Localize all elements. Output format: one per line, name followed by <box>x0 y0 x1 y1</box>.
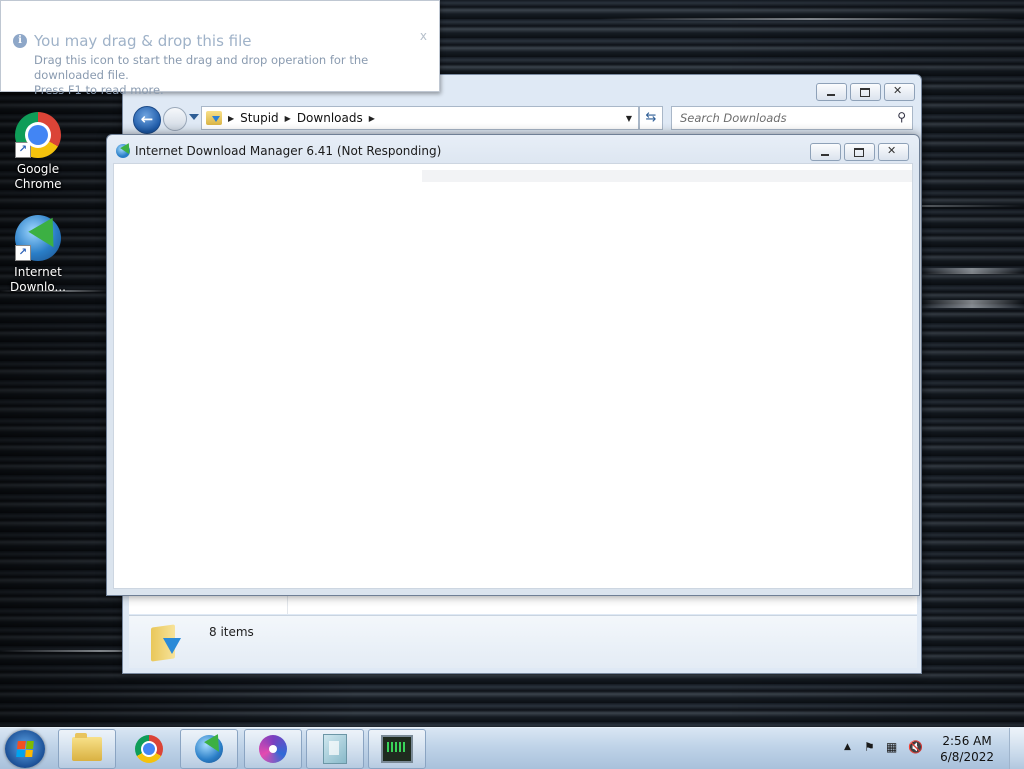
breadcrumb-item[interactable]: Stupid <box>240 111 279 125</box>
idm-icon <box>195 735 223 763</box>
tooltip-line: Drag this icon to start the drag and dro… <box>34 53 369 82</box>
downloads-folder-icon <box>149 622 183 662</box>
details-pane: 8 items <box>129 615 917 668</box>
breadcrumb-separator-icon[interactable]: ▶ <box>228 114 234 123</box>
tooltip-close-button[interactable]: x <box>420 29 427 43</box>
item-count: 8 items <box>209 625 254 639</box>
network-icon[interactable]: ▦ <box>886 740 897 754</box>
search-input[interactable] <box>678 107 882 129</box>
chrome-icon <box>135 735 163 763</box>
breadcrumb-separator-icon[interactable]: ▶ <box>285 114 291 123</box>
clock-time: 2:56 AM <box>942 734 992 748</box>
breadcrumb-item[interactable]: Downloads <box>297 111 363 125</box>
recent-pages-dropdown[interactable] <box>189 114 199 120</box>
idm-icon[interactable] <box>116 144 130 158</box>
disc-burner-icon <box>259 735 287 763</box>
navigation-bar: ← ▶ Stupid ▶ Downloads ▶ ▼ ⇆ ⚲ <box>131 105 915 134</box>
window-title: Internet Download Manager 6.41 (Not Resp… <box>135 144 442 158</box>
desktop-icon-internet-download-manager[interactable]: ↗ Internet Downlo... <box>0 215 76 295</box>
shortcut-arrow-icon: ↗ <box>15 142 31 158</box>
clock[interactable]: 2:56 AM 6/8/2022 <box>940 733 994 765</box>
taskbar-explorer-button[interactable] <box>58 729 116 769</box>
column-divider <box>287 596 288 614</box>
chrome-icon: ↗ <box>15 112 61 158</box>
taskbar-document-button[interactable] <box>306 729 364 769</box>
maximize-button[interactable] <box>850 83 881 101</box>
desktop-icon-label: Google Chrome <box>14 162 62 191</box>
taskbar: ▲ ⚑ ▦ 🔇 2:56 AM 6/8/2022 <box>0 727 1024 769</box>
idm-icon: ↗ <box>15 215 61 261</box>
tooltip-line: Press F1 to read more. <box>34 83 164 97</box>
close-button[interactable] <box>878 143 909 161</box>
drag-drop-tooltip[interactable]: i You may drag & drop this file Drag thi… <box>0 0 440 97</box>
maximize-button[interactable] <box>844 143 875 161</box>
breadcrumb-separator-icon[interactable]: ▶ <box>369 114 375 123</box>
unpainted-toolbar-region <box>422 170 912 182</box>
idm-main-window[interactable]: Internet Download Manager 6.41 (Not Resp… <box>106 134 920 596</box>
tooltip-title: You may drag & drop this file <box>34 32 252 50</box>
explorer-caption-buttons <box>816 83 915 101</box>
wallpaper-streak <box>600 18 1020 20</box>
search-icon[interactable]: ⚲ <box>897 110 906 124</box>
start-button[interactable] <box>5 730 45 768</box>
back-button[interactable]: ← <box>133 106 161 134</box>
minimize-button[interactable] <box>810 143 841 161</box>
minimize-button[interactable] <box>816 83 847 101</box>
refresh-button[interactable]: ⇆ <box>639 106 663 130</box>
folder-icon <box>72 733 102 761</box>
downloads-folder-icon <box>206 111 222 125</box>
system-tray: ▲ ⚑ ▦ 🔇 2:56 AM 6/8/2022 <box>824 728 1024 769</box>
taskbar-monitor-button[interactable] <box>368 729 426 769</box>
taskbar-chrome-button[interactable] <box>120 729 178 769</box>
idm-caption-buttons <box>810 143 909 161</box>
desktop-icon-label: Internet Downlo... <box>10 265 66 294</box>
info-icon: i <box>13 34 27 48</box>
file-list-area[interactable] <box>129 595 917 614</box>
volume-muted-icon[interactable]: 🔇 <box>908 740 923 754</box>
close-button[interactable] <box>884 83 915 101</box>
tooltip-body: Drag this icon to start the drag and dro… <box>34 53 439 98</box>
document-icon <box>323 734 347 764</box>
idm-client-area[interactable] <box>113 163 913 589</box>
monitor-icon <box>381 735 413 763</box>
desktop-icon-google-chrome[interactable]: ↗ Google Chrome <box>0 112 76 192</box>
search-box[interactable]: ⚲ <box>671 106 913 130</box>
wallpaper-streak <box>920 300 1024 308</box>
taskbar-disc-burner-button[interactable] <box>244 729 302 769</box>
wallpaper-streak <box>920 268 1024 274</box>
clock-date: 6/8/2022 <box>940 750 994 764</box>
forward-button[interactable] <box>163 107 187 131</box>
show-desktop-button[interactable] <box>1009 728 1024 769</box>
windows-logo-icon <box>16 741 34 757</box>
shortcut-arrow-icon: ↗ <box>15 245 31 261</box>
address-bar[interactable]: ▶ Stupid ▶ Downloads ▶ ▼ <box>201 106 639 130</box>
show-hidden-icons-button[interactable]: ▲ <box>844 742 851 752</box>
action-center-flag-icon[interactable]: ⚑ <box>864 740 875 754</box>
taskbar-idm-button[interactable] <box>180 729 238 769</box>
address-dropdown-icon[interactable]: ▼ <box>626 114 632 123</box>
